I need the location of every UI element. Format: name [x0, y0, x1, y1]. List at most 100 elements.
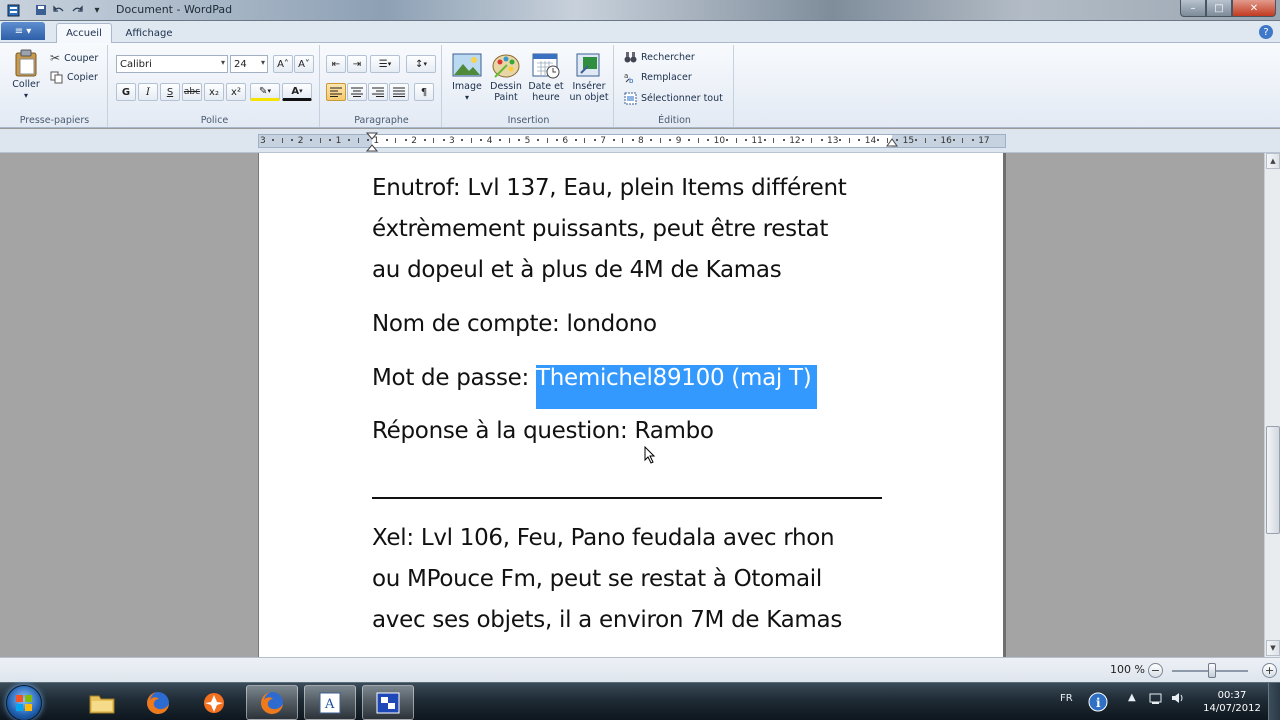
taskbar-firefox[interactable]	[132, 685, 184, 720]
font-color-button[interactable]: A ▾	[282, 83, 312, 101]
doc-line-2[interactable]: éxtrèmement puissants, peut être restat	[372, 214, 828, 244]
taskbar-explorer[interactable]	[76, 685, 128, 720]
paste-button[interactable]: Coller ▾	[8, 49, 44, 101]
answer-line[interactable]: Réponse à la question: Rambo	[372, 416, 714, 446]
app-menu-button[interactable]: ≡ ▾	[1, 22, 45, 40]
maximize-button[interactable]: □	[1206, 0, 1232, 17]
account-line[interactable]: Nom de compte: londono	[372, 309, 657, 339]
paint-label-line1: Dessin	[490, 81, 522, 92]
status-bar: 100 % − +	[0, 657, 1280, 682]
subscript-button[interactable]: x₂	[204, 83, 224, 101]
ruler-tick-label: 4	[486, 136, 493, 146]
doc-line-4[interactable]: Xel: Lvl 106, Feu, Pano feudala avec rho…	[372, 523, 835, 553]
selected-password-text[interactable]: Themichel89100 (maj T)	[535, 365, 818, 409]
cut-button[interactable]: ✂ Couper	[50, 51, 98, 65]
grow-font-button[interactable]: A˄	[273, 55, 293, 73]
align-left-icon	[330, 87, 342, 97]
doc-line-6[interactable]: avec ses objets, il a environ 7M de Kama…	[372, 605, 842, 635]
tray-notification-icon[interactable]: i	[1086, 688, 1112, 717]
align-center-button[interactable]	[347, 83, 367, 101]
find-button[interactable]: Rechercher	[624, 51, 695, 64]
ribbon-tab-row: ≡ ▾ Accueil Affichage ?	[0, 21, 1280, 43]
start-button[interactable]	[6, 685, 42, 720]
italic-button[interactable]: I	[138, 83, 158, 101]
show-desktop-button[interactable]	[1268, 683, 1280, 720]
insert-object-button[interactable]: Insérer un objet	[566, 51, 612, 103]
minimize-button[interactable]: –	[1180, 0, 1206, 17]
doc-line-1[interactable]: Enutrof: Lvl 137, Eau, plein Items diffé…	[372, 173, 847, 203]
taskbar-avast[interactable]	[188, 685, 240, 720]
select-all-icon	[624, 92, 637, 105]
doc-line-5[interactable]: ou MPouce Fm, peut se restat à Otomail	[372, 564, 822, 594]
tab-accueil[interactable]: Accueil	[56, 23, 112, 43]
font-family-select[interactable]: Calibri ▾	[116, 55, 228, 73]
close-button[interactable]: ✕	[1232, 0, 1276, 17]
copy-button[interactable]: Copier	[50, 71, 98, 84]
line-spacing-button[interactable]: ↕ ▾	[406, 55, 436, 73]
decrease-indent-button[interactable]: ⇤	[326, 55, 346, 73]
horizontal-rule	[372, 497, 882, 499]
language-indicator[interactable]: FR	[1060, 693, 1073, 704]
font-size-select[interactable]: 24 ▾	[230, 55, 268, 73]
superscript-button[interactable]: x²	[226, 83, 246, 101]
wordpad-app-icon[interactable]	[6, 3, 20, 17]
help-icon[interactable]: ?	[1259, 25, 1273, 39]
align-left-button[interactable]	[326, 83, 346, 101]
right-indent-marker-icon[interactable]	[886, 138, 898, 152]
save-icon[interactable]	[34, 3, 48, 17]
bold-button[interactable]: G	[116, 83, 136, 101]
font-color-icon: A	[291, 85, 300, 97]
doc-line-3[interactable]: au dopeul et à plus de 4M de Kamas	[372, 255, 782, 285]
show-hidden-icons-icon[interactable]: ▲	[1128, 692, 1136, 703]
date-time-button[interactable]: Date et heure	[526, 51, 566, 103]
highlight-color-button[interactable]: ✎ ▾	[250, 83, 280, 101]
select-all-button[interactable]: Sélectionner tout	[624, 92, 723, 105]
select-all-label: Sélectionner tout	[641, 93, 723, 104]
volume-icon[interactable]	[1170, 691, 1186, 708]
taskbar-remote-app[interactable]	[362, 685, 414, 720]
ruler-tick-label: 3	[449, 136, 455, 146]
left-indent-marker-icon[interactable]	[366, 132, 378, 154]
image-dropdown-icon[interactable]: ▾	[465, 92, 469, 103]
paste-dropdown-icon[interactable]: ▾	[24, 90, 28, 101]
system-clock[interactable]: 00:37 14/07/2012	[1200, 689, 1264, 715]
copy-icon	[50, 71, 63, 84]
redo-icon[interactable]	[70, 3, 84, 17]
zoom-out-button[interactable]: −	[1148, 663, 1163, 678]
ruler-tick-mark	[962, 138, 964, 143]
action-center-icon[interactable]	[1148, 691, 1164, 708]
svg-text:a: a	[624, 72, 628, 80]
bullets-button[interactable]: ☰ ▾	[370, 55, 400, 73]
scroll-down-arrow-icon[interactable]: ▼	[1266, 640, 1280, 656]
object-label-line1: Insérer	[572, 81, 606, 92]
taskbar-wordpad[interactable]: A	[304, 685, 356, 720]
underline-button[interactable]: S	[160, 83, 180, 101]
ruler-tick-mark	[272, 139, 275, 141]
shrink-font-button[interactable]: A˅	[294, 55, 314, 73]
taskbar-firefox-window[interactable]	[246, 685, 298, 720]
align-right-button[interactable]	[368, 83, 388, 101]
vertical-scrollbar[interactable]: ▲ ▼	[1264, 153, 1280, 657]
strikethrough-button[interactable]: abc	[182, 83, 202, 101]
paragraph-settings-button[interactable]: ¶	[414, 83, 434, 101]
ruler[interactable]: 3 2 1 1 2 3 4 5 6 7 8 9 10 11 12 13 14 15 16 17	[0, 129, 1280, 153]
font-size-dropdown-icon: ▾	[260, 58, 265, 67]
replace-button[interactable]: ab Remplacer	[624, 71, 692, 84]
increase-indent-button[interactable]: ⇥	[347, 55, 367, 73]
paint-label-line2: Paint	[494, 92, 518, 103]
password-line[interactable]: Mot de passe: Themichel89100 (maj T)	[372, 363, 818, 409]
quick-access-dropdown-icon[interactable]: ▾	[90, 3, 104, 17]
undo-icon[interactable]	[52, 3, 66, 17]
justify-button[interactable]	[389, 83, 409, 101]
ruler-tick-label: 10	[713, 136, 726, 146]
ruler-tick-mark	[470, 138, 472, 143]
scroll-up-arrow-icon[interactable]: ▲	[1266, 153, 1280, 169]
font-size-value: 24	[234, 58, 247, 70]
font-family-value: Calibri	[120, 58, 152, 70]
insert-image-button[interactable]: Image ▾	[448, 51, 486, 103]
zoom-slider-thumb[interactable]	[1208, 663, 1216, 678]
paint-drawing-button[interactable]: Dessin Paint	[486, 51, 526, 103]
zoom-in-button[interactable]: +	[1262, 663, 1277, 678]
scrollbar-thumb[interactable]	[1266, 426, 1280, 534]
tab-affichage[interactable]: Affichage	[118, 23, 180, 43]
